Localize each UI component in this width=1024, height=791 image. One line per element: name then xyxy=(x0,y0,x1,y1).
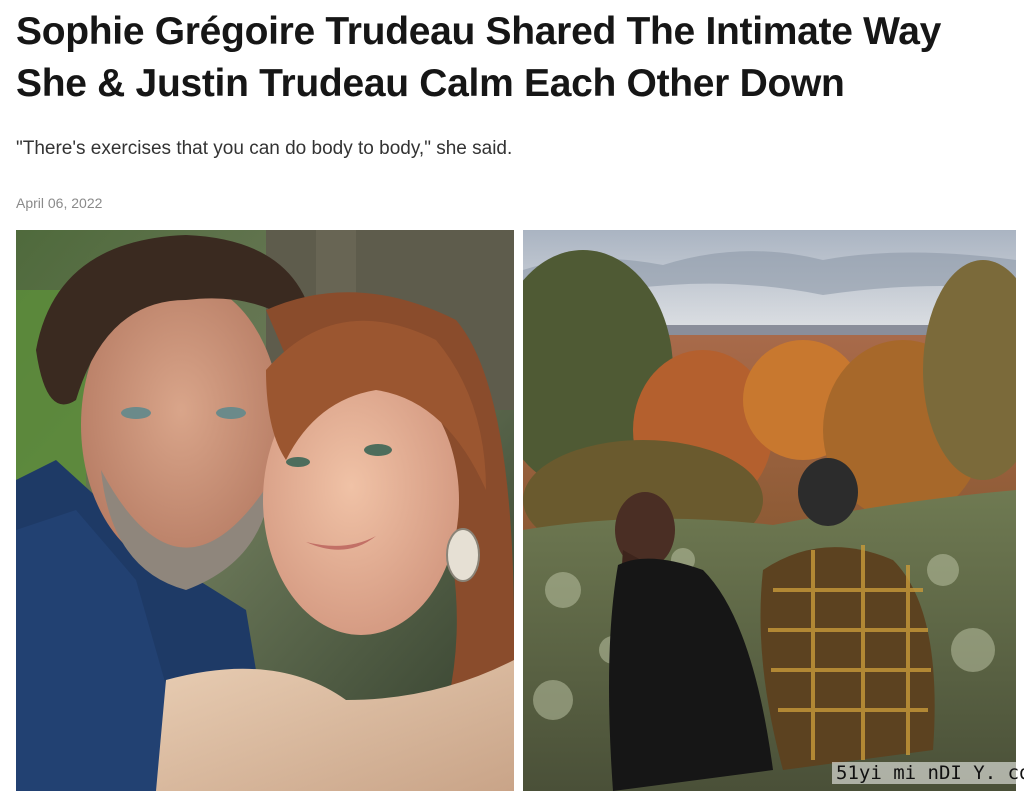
autumn-view-image xyxy=(523,230,1016,791)
article: Sophie Grégoire Trudeau Shared The Intim… xyxy=(0,0,1024,791)
couple-selfie-image xyxy=(16,230,514,791)
watermark-text: 51yi mi nDI Y. com xyxy=(832,762,1024,784)
headline: Sophie Grégoire Trudeau Shared The Intim… xyxy=(16,6,1016,110)
article-dek: "There's exercises that you can do body … xyxy=(16,138,513,159)
autumn-view-photo xyxy=(523,230,1016,791)
headline-line-1: Sophie Grégoire Trudeau Shared The Intim… xyxy=(16,10,941,53)
publish-date: April 06, 2022 xyxy=(16,195,103,211)
couple-selfie-photo xyxy=(16,230,514,791)
headline-line-2: She & Justin Trudeau Calm Each Other Dow… xyxy=(16,62,845,105)
